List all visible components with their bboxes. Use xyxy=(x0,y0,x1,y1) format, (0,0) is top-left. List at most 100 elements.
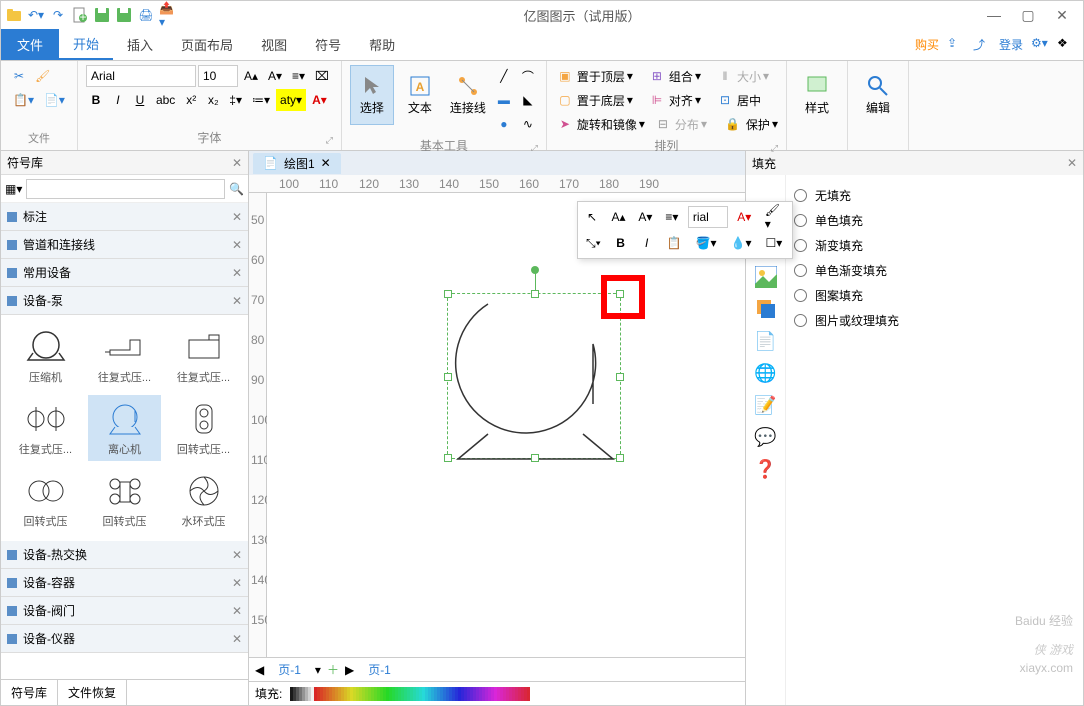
cat-valve[interactable]: 设备-阀门✕ xyxy=(1,597,248,625)
mini-more-icon[interactable]: ☐▾ xyxy=(762,232,787,254)
app-icon[interactable]: ❖ xyxy=(1057,36,1075,54)
mini-drop-icon[interactable]: 💧▾ xyxy=(727,232,756,254)
menu-layout[interactable]: 页面布局 xyxy=(167,29,247,60)
menu-insert[interactable]: 插入 xyxy=(113,29,167,60)
bold-icon[interactable]: B xyxy=(86,89,106,111)
shape-water[interactable]: 水环式压 xyxy=(167,467,240,533)
doc-tab[interactable]: 📄绘图1✕ xyxy=(253,153,341,174)
share2-icon[interactable]: ⤴ xyxy=(973,36,991,54)
cat-pipe[interactable]: 管道和连接线✕ xyxy=(1,231,248,259)
font-select[interactable] xyxy=(86,65,196,87)
page-next-icon[interactable]: ▶ xyxy=(345,663,354,677)
tab-symbols[interactable]: 符号库 xyxy=(1,680,58,705)
page-menu-icon[interactable]: ▾ xyxy=(315,663,321,677)
selection-box[interactable] xyxy=(447,293,621,459)
group-icon[interactable]: ⊞ xyxy=(647,65,667,87)
shape-centrifuge[interactable]: 离心机 xyxy=(88,395,161,461)
saveas-icon[interactable] xyxy=(115,6,133,24)
picture-icon[interactable] xyxy=(754,265,778,289)
cat-pump[interactable]: 设备-泵✕ xyxy=(1,287,248,315)
mini-shrink-icon[interactable]: A▾ xyxy=(635,206,656,228)
help-icon[interactable]: ❓ xyxy=(754,457,778,481)
page-add-icon[interactable]: ＋ xyxy=(327,661,339,678)
size-btn[interactable]: 大小 xyxy=(737,68,761,85)
spacing-icon[interactable]: ‡▾ xyxy=(225,89,246,111)
login-link[interactable]: 登录 xyxy=(999,36,1023,53)
align-btn[interactable]: 对齐 xyxy=(669,92,693,109)
dist-btn[interactable]: 分布 xyxy=(675,116,699,133)
cut-icon[interactable]: ✂ xyxy=(9,65,29,87)
group-btn[interactable]: 组合 xyxy=(669,68,693,85)
rotate-btn[interactable]: 旋转和镜像 xyxy=(577,116,637,133)
bottom-icon[interactable]: ▢ xyxy=(555,89,575,111)
folder-icon[interactable] xyxy=(5,6,23,24)
mini-grow-icon[interactable]: A▴ xyxy=(608,206,629,228)
size-select[interactable] xyxy=(198,65,238,87)
shape-compressor[interactable]: 压缩机 xyxy=(9,323,82,389)
highlight-icon[interactable]: aty▾ xyxy=(276,89,306,111)
center-btn[interactable]: 居中 xyxy=(737,92,761,109)
edit-btn[interactable]: 编辑 xyxy=(856,65,900,125)
curve-icon[interactable]: ∿ xyxy=(518,113,538,135)
page-tab-2[interactable]: 页-1 xyxy=(360,659,399,680)
brush-icon[interactable]: 🖌 xyxy=(31,65,54,87)
shape-recip3[interactable]: 往复式压... xyxy=(9,395,82,461)
fill-picture[interactable]: 图片或纹理填充 xyxy=(794,308,1075,333)
bring-front[interactable]: 置于顶层 xyxy=(577,68,625,85)
poly-icon[interactable]: ◣ xyxy=(518,89,538,111)
fill-mono-gradient[interactable]: 单色渐变填充 xyxy=(794,258,1075,283)
page-prev-icon[interactable]: ◀ xyxy=(255,663,264,677)
menu-symbol[interactable]: 符号 xyxy=(301,29,355,60)
export-icon[interactable]: 📤▾ xyxy=(159,6,177,24)
send-back[interactable]: 置于底层 xyxy=(577,92,625,109)
rect-icon[interactable]: ▬ xyxy=(494,89,514,111)
shape-recip2[interactable]: 往复式压... xyxy=(167,323,240,389)
mini-cursor-icon[interactable]: ↖ xyxy=(582,206,602,228)
close-button[interactable]: ✕ xyxy=(1055,7,1069,24)
sup-icon[interactable]: x² xyxy=(181,89,201,111)
copy-icon[interactable]: 📋▾ xyxy=(9,89,38,111)
doc-icon[interactable]: 📄 xyxy=(754,329,778,353)
mini-font[interactable] xyxy=(688,206,728,228)
globe-icon[interactable]: 🌐 xyxy=(754,361,778,385)
new-icon[interactable]: + xyxy=(71,6,89,24)
fill-none[interactable]: 无填充 xyxy=(794,183,1075,208)
cat-common[interactable]: 常用设备✕ xyxy=(1,259,248,287)
oval-icon[interactable]: ● xyxy=(494,113,514,135)
lineheight-icon[interactable]: ≡▾ xyxy=(288,65,309,87)
gear-icon[interactable]: ⚙▾ xyxy=(1031,36,1049,54)
select-tool[interactable]: 选择 xyxy=(350,65,394,125)
sub-icon[interactable]: x₂ xyxy=(203,89,223,111)
grow-font-icon[interactable]: A▴ xyxy=(240,65,262,87)
doc-close-icon[interactable]: ✕ xyxy=(321,156,331,170)
connect-tool[interactable]: 连接线 xyxy=(446,65,490,125)
save-icon[interactable] xyxy=(93,6,111,24)
print-icon[interactable]: 🖨 xyxy=(137,6,155,24)
mini-bold-icon[interactable]: B xyxy=(611,232,631,254)
cat-vessel[interactable]: 设备-容器✕ xyxy=(1,569,248,597)
italic-icon[interactable]: I xyxy=(108,89,128,111)
maximize-button[interactable]: ▢ xyxy=(1021,7,1035,24)
rotate-icon[interactable]: ➤ xyxy=(555,113,575,135)
fontcolor-icon[interactable]: A▾ xyxy=(308,89,331,111)
redo-icon[interactable]: ↷ xyxy=(49,6,67,24)
menu-view[interactable]: 视图 xyxy=(247,29,301,60)
strike-icon[interactable]: abc xyxy=(152,89,179,111)
share-icon[interactable]: ⇪ xyxy=(947,36,965,54)
paste-icon[interactable]: 📄▾ xyxy=(40,89,69,111)
search-input[interactable] xyxy=(26,179,225,199)
mini-copy-icon[interactable]: 📋 xyxy=(663,232,686,254)
menu-start[interactable]: 开始 xyxy=(59,29,113,60)
underline-icon[interactable]: U xyxy=(130,89,150,111)
line-icon[interactable]: ╱ xyxy=(494,65,514,87)
mini-italic-icon[interactable]: I xyxy=(637,232,657,254)
bullets-icon[interactable]: ≔▾ xyxy=(248,89,274,111)
protect-btn[interactable]: 保护 xyxy=(746,116,770,133)
lib-color-icon[interactable]: ▦▾ xyxy=(5,182,22,196)
tab-recover[interactable]: 文件恢复 xyxy=(58,680,127,705)
comment-icon[interactable]: 💬 xyxy=(754,425,778,449)
align-icon[interactable]: ⊫ xyxy=(647,89,667,111)
fill-gradient[interactable]: 渐变填充 xyxy=(794,233,1075,258)
style-btn[interactable]: 样式 xyxy=(795,65,839,125)
note-icon[interactable]: 📝 xyxy=(754,393,778,417)
